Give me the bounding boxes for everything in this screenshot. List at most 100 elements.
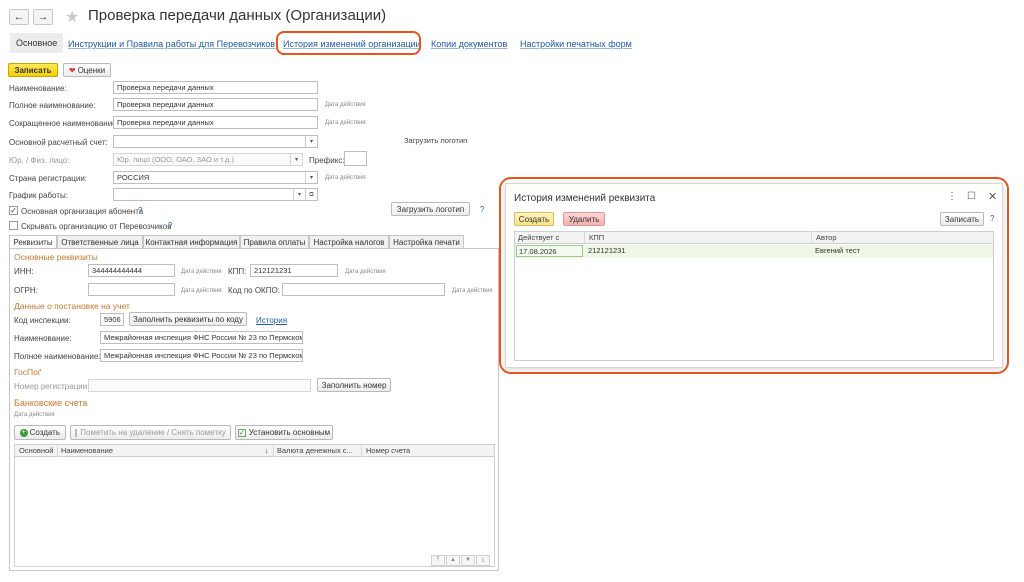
kpp-date-link[interactable]: Дата действия xyxy=(345,269,386,275)
chevron-down-icon[interactable]: ▾ xyxy=(293,189,305,200)
chevron-down-icon[interactable]: ▾ xyxy=(305,172,317,183)
scroll-top-icon[interactable]: ⤒ xyxy=(431,555,445,566)
ogrn-label: ОГРН: xyxy=(14,286,38,295)
full-name-input[interactable]: Проверка передачи данных xyxy=(113,98,318,111)
col-main[interactable]: Основной xyxy=(19,446,53,455)
logo-label: Загрузить логотип xyxy=(404,136,468,145)
bank-date-link[interactable]: Дата действия xyxy=(14,412,55,418)
divider xyxy=(361,444,362,457)
divider xyxy=(57,444,58,457)
inn-date-link[interactable]: Дата действия xyxy=(181,269,222,275)
prefix-label: Префикс: xyxy=(309,156,345,165)
fill-by-code-button[interactable]: Заполнить реквизиты по коду xyxy=(129,312,247,326)
bank-create-label: Создать xyxy=(29,428,60,437)
mark-delete-button: Пометить на удаление / Снять пометку xyxy=(70,425,231,440)
country-select[interactable]: РОССИЯ ▾ xyxy=(113,171,318,184)
country-value: РОССИЯ xyxy=(117,173,150,182)
section-main-requisites: Основные реквизиты xyxy=(14,252,98,262)
divider xyxy=(273,444,274,457)
main-org-checkbox[interactable]: ✓ xyxy=(9,206,18,215)
prefix-input[interactable] xyxy=(344,151,367,166)
col-name[interactable]: Наименование xyxy=(61,446,113,455)
sort-arrow-icon[interactable]: ↓ xyxy=(265,446,269,455)
subtab-contacts[interactable]: Контактная информация xyxy=(143,235,240,249)
history-link[interactable]: История xyxy=(256,316,287,325)
help-icon[interactable]: ? xyxy=(480,205,484,214)
col-currency[interactable]: Валюта денежных с... xyxy=(277,446,353,455)
mark-delete-label: Пометить на удаление / Снять пометку xyxy=(80,428,226,437)
account-label: Основной расчетный счет: xyxy=(9,138,108,147)
short-name-label: Сокращенное наименование: xyxy=(9,119,119,128)
short-name-input[interactable]: Проверка передачи данных xyxy=(113,116,318,129)
tab-main[interactable]: Основное xyxy=(10,33,64,53)
mark-delete-icon xyxy=(75,428,78,437)
save-button[interactable]: Записать xyxy=(8,63,58,77)
forward-button[interactable]: → xyxy=(33,9,53,25)
name-input[interactable]: Проверка передачи данных xyxy=(113,81,318,94)
person-type-select: Юр. лицо (ООО, ОАО, ЗАО и т.д.) ▾ xyxy=(113,153,303,166)
tab-print-settings[interactable]: Настройки печатных форм xyxy=(520,35,632,53)
subtab-payment[interactable]: Правила оплаты xyxy=(240,235,309,249)
bank-create-button[interactable]: + Создать xyxy=(14,425,66,440)
help-icon[interactable]: ? xyxy=(138,206,142,215)
help-icon[interactable]: ? xyxy=(168,221,172,230)
inn-label: ИНН: xyxy=(14,267,34,276)
plus-circle-icon: + xyxy=(20,428,28,437)
subtab-taxes[interactable]: Настройка налогов xyxy=(309,235,389,249)
okpo-input[interactable] xyxy=(282,283,445,296)
arrow-right-icon: → xyxy=(37,11,49,23)
hide-org-checkbox[interactable] xyxy=(9,221,18,230)
main-org-label: Основная организация абонента xyxy=(21,207,144,216)
ratings-label: Оценки xyxy=(77,65,106,75)
highlight-history-tab xyxy=(276,31,421,55)
ogrn-input[interactable] xyxy=(88,283,175,296)
reg-number-input xyxy=(88,379,311,392)
section-tax-registration: Данные о постановке на учет xyxy=(14,301,130,311)
chevron-down-icon[interactable]: ▾ xyxy=(305,136,317,147)
schedule-label: График работы: xyxy=(9,191,68,200)
short-name-date-link[interactable]: Дата действия xyxy=(325,120,366,126)
load-logo-button[interactable]: Загрузить логотип xyxy=(391,202,470,216)
insp-full-input[interactable]: Межрайонная инспекция ФНС России № 23 по… xyxy=(100,349,303,362)
name-label: Наименование: xyxy=(9,84,67,93)
tab-instructions[interactable]: Инструкции и Правила работы для Перевозч… xyxy=(68,35,275,53)
okpo-date-link[interactable]: Дата действия xyxy=(452,288,493,294)
tab-doc-copies[interactable]: Копии документов xyxy=(431,35,507,53)
country-label: Страна регистрации: xyxy=(9,174,88,183)
schedule-select[interactable]: ▾ ⧉ xyxy=(113,188,318,201)
bank-table-header: Основной Наименование ↓ Валюта денежных … xyxy=(14,444,495,457)
hide-org-label: Скрывать организацию от Перевозчиков xyxy=(21,222,172,231)
reg-number-label: Номер регистрации: xyxy=(14,382,90,391)
col-account-number[interactable]: Номер счета xyxy=(366,446,410,455)
kpp-input[interactable]: 212121231 xyxy=(250,264,338,277)
favorite-star-icon[interactable]: ★ xyxy=(65,7,79,27)
okpo-label: Код по ОКПО: xyxy=(228,286,280,295)
scroll-up-icon[interactable]: ▲ xyxy=(446,555,460,566)
fill-number-button[interactable]: Заполнить номер xyxy=(317,378,391,392)
subtab-print[interactable]: Настройка печати xyxy=(389,235,464,249)
insp-name-input[interactable]: Межрайонная инспекция ФНС России № 23 по… xyxy=(100,331,303,344)
inspection-code-input[interactable]: 5906 xyxy=(100,313,124,326)
full-name-date-link[interactable]: Дата действия xyxy=(325,102,366,108)
ogrn-date-link[interactable]: Дата действия xyxy=(181,288,222,294)
insp-name-label: Наименование: xyxy=(14,334,72,343)
inn-input[interactable]: 344444444444 xyxy=(88,264,175,277)
country-date-link[interactable]: Дата действия xyxy=(325,175,366,181)
subtab-responsible[interactable]: Ответственные лица xyxy=(57,235,143,249)
bank-table[interactable] xyxy=(14,444,495,567)
section-bank-accounts: Банковские счета xyxy=(14,398,88,408)
ratings-button[interactable]: ❤ Оценки xyxy=(63,63,111,77)
insp-full-label: Полное наименование: xyxy=(14,352,101,361)
person-type-value: Юр. лицо (ООО, ОАО, ЗАО и т.д.) xyxy=(117,155,234,164)
scroll-down-icon[interactable]: ▼ xyxy=(461,555,475,566)
arrow-left-icon: ← xyxy=(13,11,25,23)
subtab-requisites[interactable]: Реквизиты xyxy=(9,235,57,249)
inspection-code-label: Код инспекции: xyxy=(14,316,71,325)
account-select[interactable]: ▾ xyxy=(113,135,318,148)
section-gos: ГосПоґ xyxy=(14,367,42,377)
back-button[interactable]: ← xyxy=(9,9,29,25)
set-main-button[interactable]: ✓ Установить основным xyxy=(235,425,333,440)
open-icon[interactable]: ⧉ xyxy=(305,189,317,200)
chevron-down-icon: ▾ xyxy=(290,154,302,165)
scroll-bottom-icon[interactable]: ⤓ xyxy=(476,555,490,566)
